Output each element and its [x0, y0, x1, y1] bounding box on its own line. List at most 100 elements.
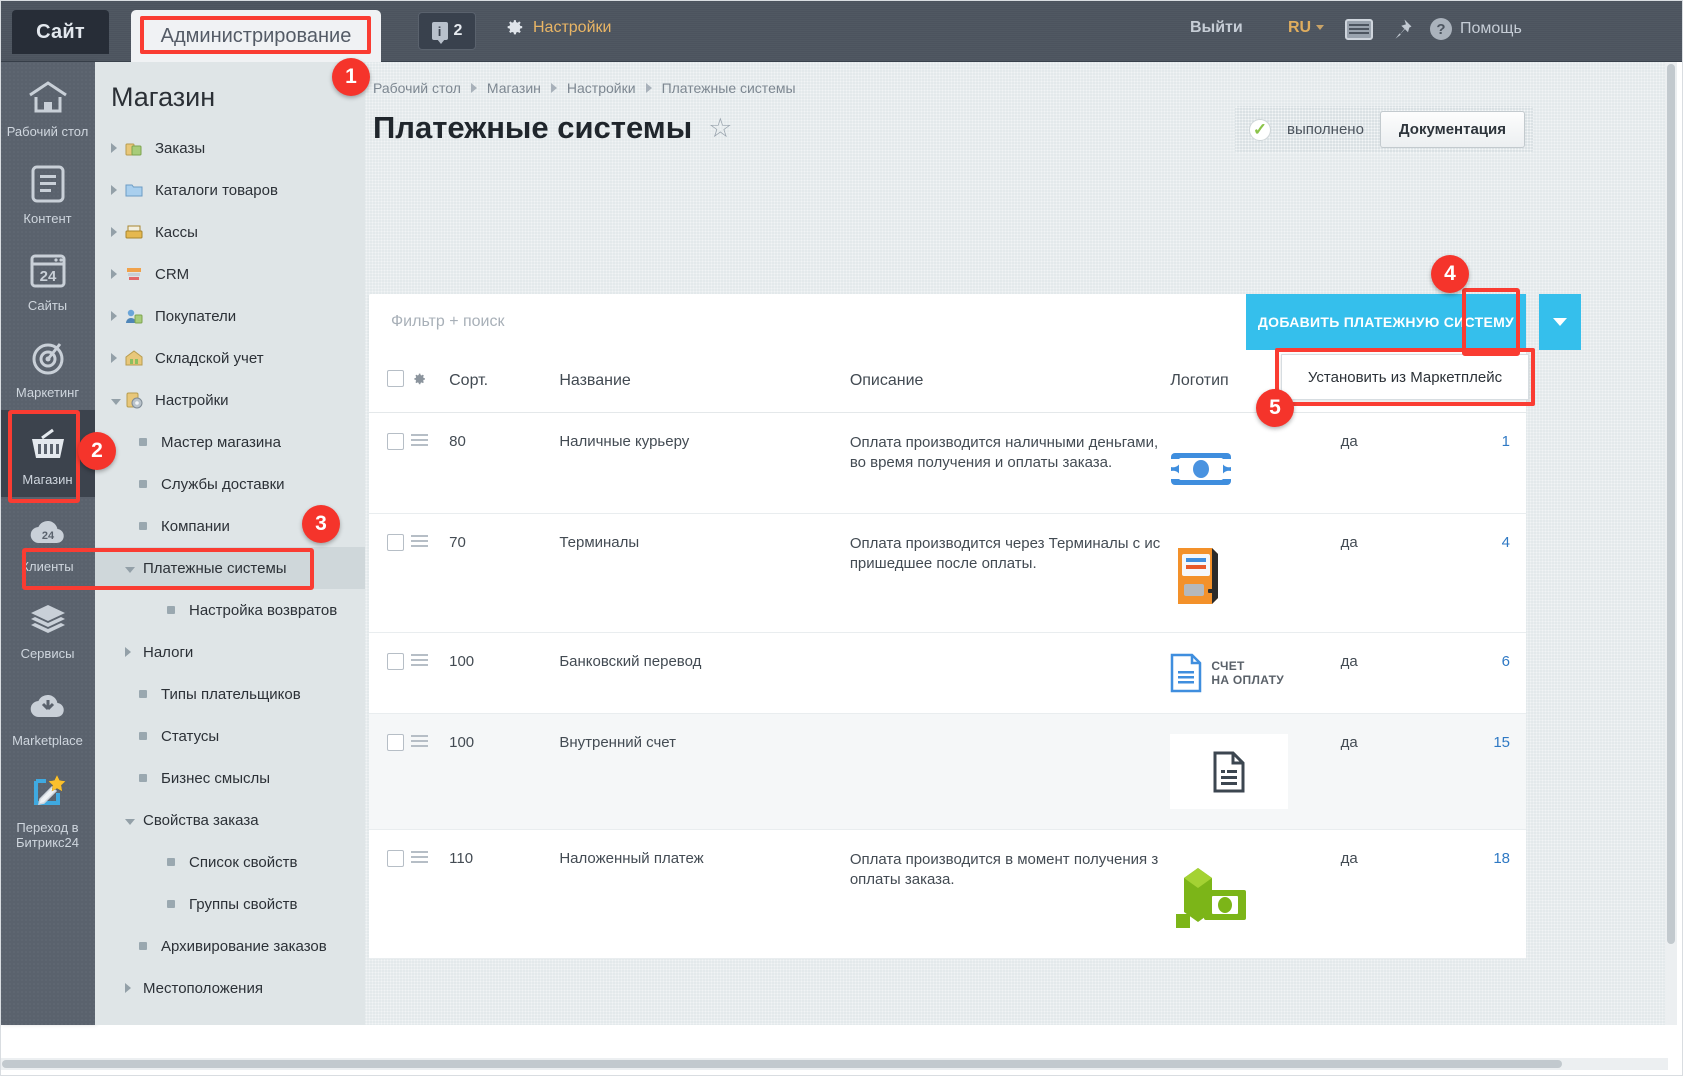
- checkbox-icon[interactable]: [387, 433, 404, 450]
- row-id-link[interactable]: 15: [1493, 734, 1510, 751]
- rail-item-marketing[interactable]: Маркетинг: [0, 323, 95, 410]
- menu-item-payer-types[interactable]: Типы плательщиков: [95, 673, 365, 715]
- row-name[interactable]: Внутренний счет: [559, 713, 850, 830]
- drag-handle-icon[interactable]: [411, 434, 429, 446]
- menu-item-catalogs[interactable]: Каталоги товаров: [95, 169, 365, 211]
- header-name[interactable]: Название: [559, 350, 850, 413]
- menu-item-order-properties[interactable]: Свойства заказа: [95, 799, 365, 841]
- table-row[interactable]: 100 Внутренний счет да 15: [369, 713, 1526, 830]
- row-checkbox-cell[interactable]: [369, 412, 412, 514]
- menu-item-label: Статусы: [161, 727, 220, 745]
- language-selector[interactable]: RU: [1288, 19, 1325, 37]
- table-row[interactable]: 110 Наложенный платеж Оплата производитс…: [369, 829, 1526, 959]
- table-row[interactable]: 80 Наличные курьеру Оплата производится …: [369, 412, 1526, 514]
- breadcrumb-item-2[interactable]: Настройки: [567, 80, 636, 96]
- search-input[interactable]: [369, 294, 1246, 350]
- menu-item-locations[interactable]: Местоположения: [95, 967, 365, 1009]
- drag-handle-icon[interactable]: [411, 735, 429, 747]
- marketplace-install-menu-item[interactable]: Установить из Маркетплейс: [1281, 354, 1529, 400]
- add-payment-system-caret[interactable]: [1539, 294, 1581, 350]
- add-payment-system-button[interactable]: ДОБАВИТЬ ПЛАТЕЖНУЮ СИСТЕМУ: [1246, 294, 1526, 350]
- row-id[interactable]: 6: [1440, 632, 1526, 714]
- row-name[interactable]: Наличные курьеру: [559, 412, 850, 514]
- table-row[interactable]: 70 Терминалы Оплата производится через Т…: [369, 513, 1526, 633]
- checkbox-icon[interactable]: [387, 370, 404, 387]
- checkbox-icon[interactable]: [387, 653, 404, 670]
- star-icon[interactable]: ☆: [708, 114, 732, 142]
- rail-item-services[interactable]: Сервисы: [0, 584, 95, 671]
- row-drag-handle[interactable]: [411, 632, 450, 714]
- rail-item-clients[interactable]: 24 Клиенты: [0, 497, 95, 584]
- pin-icon[interactable]: [1390, 17, 1414, 43]
- menu-item-warehouse[interactable]: Складской учет: [95, 337, 365, 379]
- row-drag-handle[interactable]: [411, 412, 450, 514]
- row-checkbox-cell[interactable]: [369, 632, 412, 714]
- row-id-link[interactable]: 1: [1502, 433, 1510, 450]
- content-area: Рабочий стол Магазин Настройки Платежные…: [365, 62, 1668, 1025]
- row-drag-handle[interactable]: [411, 713, 450, 830]
- horizontal-scrollbar[interactable]: [0, 1058, 1668, 1070]
- row-checkbox-cell[interactable]: [369, 713, 412, 830]
- row-name[interactable]: Терминалы: [559, 513, 850, 633]
- menu-item-delivery-services[interactable]: Службы доставки: [95, 463, 365, 505]
- row-checkbox-cell[interactable]: [369, 829, 412, 959]
- breadcrumb-item-1[interactable]: Магазин: [487, 80, 541, 96]
- notifications-counter[interactable]: i 2: [418, 12, 476, 50]
- row-name[interactable]: Банковский перевод: [559, 632, 850, 714]
- help-link[interactable]: ? Помощь: [1430, 18, 1522, 40]
- menu-item-business-meanings[interactable]: Бизнес смыслы: [95, 757, 365, 799]
- menu-item-refund-settings[interactable]: Настройка возвратов: [95, 589, 365, 631]
- menu-item-order-archiving[interactable]: Архивирование заказов: [95, 925, 365, 967]
- settings-link[interactable]: Настройки: [505, 18, 611, 37]
- row-id[interactable]: 4: [1440, 513, 1526, 633]
- rail-item-content[interactable]: Контент: [0, 149, 95, 236]
- tab-administration[interactable]: Администрирование: [131, 10, 381, 62]
- menu-item-crm[interactable]: CRM: [95, 253, 365, 295]
- table-row[interactable]: 100 Банковский перевод СЧЕТ НА ОПЛАТУ да…: [369, 632, 1526, 714]
- drag-handle-icon[interactable]: [411, 654, 429, 666]
- rail-item-desktop[interactable]: Рабочий стол: [0, 62, 95, 149]
- header-select-all[interactable]: [369, 350, 412, 413]
- row-id-link[interactable]: 18: [1493, 850, 1510, 867]
- menu-item-settings[interactable]: Настройки: [95, 379, 365, 421]
- svg-text:24: 24: [41, 530, 54, 542]
- documentation-button[interactable]: Документация: [1379, 111, 1525, 148]
- header-sort[interactable]: Сорт.: [449, 350, 560, 413]
- header-description[interactable]: Описание: [849, 350, 1171, 413]
- menu-item-cashbox[interactable]: Кассы: [95, 211, 365, 253]
- menu-item-statuses[interactable]: Статусы: [95, 715, 365, 757]
- vertical-scrollbar-thumb[interactable]: [1667, 64, 1675, 944]
- row-drag-handle[interactable]: [411, 513, 450, 633]
- checkbox-icon[interactable]: [387, 734, 404, 751]
- row-checkbox-cell[interactable]: [369, 513, 412, 633]
- horizontal-scrollbar-thumb[interactable]: [2, 1060, 1562, 1068]
- menu-item-taxes[interactable]: Налоги: [95, 631, 365, 673]
- keyboard-icon[interactable]: [1345, 19, 1373, 40]
- tab-site[interactable]: Сайт: [12, 10, 109, 54]
- row-id-link[interactable]: 4: [1502, 534, 1510, 551]
- row-drag-handle[interactable]: [411, 829, 450, 959]
- rail-item-sites[interactable]: 24 Сайты: [0, 236, 95, 323]
- row-id[interactable]: 18: [1440, 829, 1526, 959]
- row-id[interactable]: 15: [1440, 713, 1526, 830]
- menu-item-property-list[interactable]: Список свойств: [95, 841, 365, 883]
- menu-item-payment-systems[interactable]: Платежные системы: [95, 547, 365, 589]
- row-name[interactable]: Наложенный платеж: [559, 829, 850, 959]
- vertical-scrollbar[interactable]: [1665, 62, 1677, 1025]
- row-id[interactable]: 1: [1440, 412, 1526, 514]
- menu-item-orders[interactable]: Заказы: [95, 127, 365, 169]
- drag-handle-icon[interactable]: [411, 851, 429, 863]
- row-id-link[interactable]: 6: [1502, 653, 1510, 670]
- menu-item-property-groups[interactable]: Группы свойств: [95, 883, 365, 925]
- logout-button[interactable]: Выйти: [1190, 19, 1243, 37]
- header-settings-gear[interactable]: [411, 350, 450, 413]
- breadcrumb-item-3[interactable]: Платежные системы: [662, 80, 796, 96]
- checkbox-icon[interactable]: [387, 534, 404, 551]
- rail-item-marketplace[interactable]: Marketplace: [0, 671, 95, 758]
- checkbox-icon[interactable]: [387, 850, 404, 867]
- menu-item-shop-wizard[interactable]: Мастер магазина: [95, 421, 365, 463]
- breadcrumb-item-0[interactable]: Рабочий стол: [373, 80, 461, 96]
- rail-item-bitrix24[interactable]: Переход в Битрикс24: [0, 758, 95, 860]
- drag-handle-icon[interactable]: [411, 535, 429, 547]
- menu-item-customers[interactable]: Покупатели: [95, 295, 365, 337]
